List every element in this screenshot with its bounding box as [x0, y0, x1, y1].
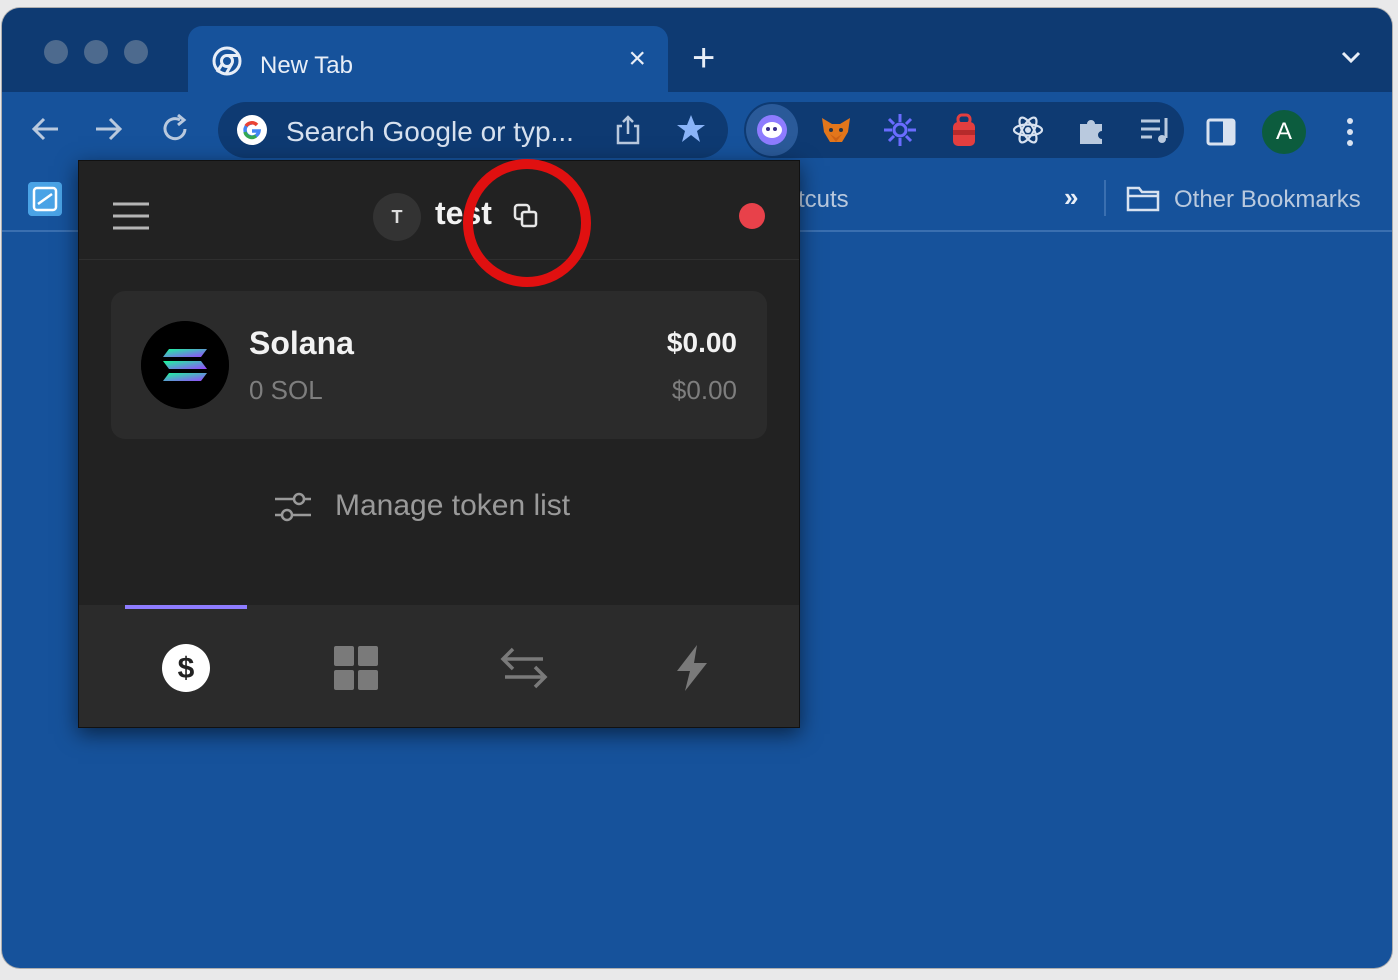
window-zoom-button[interactable] [124, 40, 148, 64]
new-tab-button[interactable]: + [692, 38, 715, 78]
other-bookmarks[interactable]: Other Bookmarks [1174, 186, 1361, 214]
backpack-ghost-extension-icon[interactable] [754, 112, 790, 148]
back-icon[interactable] [28, 112, 62, 146]
more-menu-icon[interactable] [1340, 114, 1360, 150]
token-row-solana[interactable]: Solana 0 SOL $0.00 $0.00 [111, 291, 767, 439]
side-panel-icon[interactable] [1206, 118, 1236, 146]
window-close-button[interactable] [44, 40, 68, 64]
reload-icon[interactable] [158, 112, 192, 146]
token-amount: 0 SOL [249, 375, 323, 405]
tab-close-button[interactable]: × [628, 44, 646, 74]
wallet-popup: T test Solana 0 SOL $0.00 $0.00 Manage t… [78, 159, 800, 728]
extensions-bar [744, 102, 1184, 158]
window-minimize-button[interactable] [84, 40, 108, 64]
activity-icon[interactable] [667, 643, 717, 693]
manage-token-list-label: Manage token list [335, 489, 571, 522]
tab-strip: New Tab × + [2, 8, 1392, 96]
browser-window: New Tab × + Search Google or typ... A tc… [2, 8, 1392, 968]
toolbar: Search Google or typ... A [2, 92, 1392, 164]
solana-logo-icon [141, 321, 229, 409]
popup-header: T test [79, 159, 799, 287]
metamask-fox-icon[interactable] [818, 112, 854, 148]
share-icon[interactable] [614, 114, 642, 146]
collectibles-icon[interactable] [331, 643, 381, 693]
google-icon [237, 115, 267, 145]
token-value-change: $0.00 [671, 375, 737, 405]
token-value: $0.00 [666, 327, 737, 358]
token-name: Solana [249, 325, 354, 361]
connection-status-dot[interactable] [739, 203, 765, 229]
bookmark-shortcuts[interactable]: tcuts [798, 186, 849, 214]
svg-text:$: $ [178, 652, 195, 685]
popup-bottom-tabbar: $ [79, 605, 799, 727]
folder-icon[interactable] [1126, 184, 1160, 212]
backpack-bag-icon[interactable] [946, 112, 982, 148]
tab-new-tab[interactable]: New Tab × [188, 26, 668, 96]
sliders-icon [275, 492, 311, 522]
profile-avatar[interactable]: A [1262, 110, 1306, 154]
sunburst-extension-icon[interactable] [882, 112, 918, 148]
annotation-highlight-ring [463, 159, 591, 287]
chevron-down-icon[interactable] [1340, 46, 1362, 68]
address-bar[interactable]: Search Google or typ... [218, 102, 728, 158]
balances-icon[interactable]: $ [161, 643, 211, 693]
app-bookmark-icon[interactable] [28, 182, 62, 216]
star-icon[interactable] [674, 112, 708, 146]
search-input[interactable]: Search Google or typ... [286, 116, 574, 148]
bookmarks-overflow-button[interactable]: » [1064, 182, 1078, 213]
tab-title: New Tab [260, 52, 353, 79]
hamburger-menu-icon[interactable] [113, 201, 149, 231]
media-controls-icon[interactable] [1138, 112, 1174, 148]
chrome-icon [212, 46, 242, 76]
puzzle-extensions-icon[interactable] [1074, 112, 1110, 148]
react-devtools-icon[interactable] [1010, 112, 1046, 148]
active-tab-indicator [125, 605, 247, 609]
bookmarks-divider [1104, 180, 1106, 216]
account-avatar[interactable]: T [373, 193, 421, 241]
forward-icon[interactable] [92, 112, 126, 146]
swap-icon[interactable] [499, 643, 549, 693]
